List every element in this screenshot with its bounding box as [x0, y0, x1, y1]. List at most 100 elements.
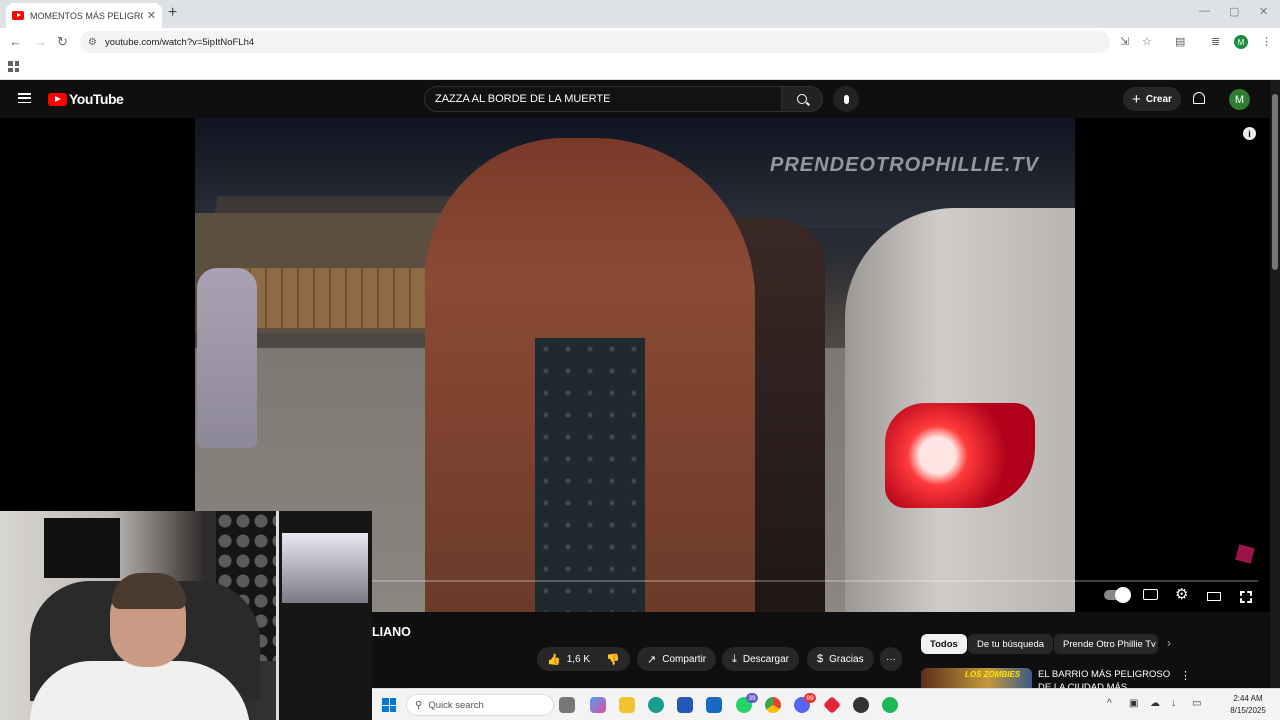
chip-from-search[interactable]: De tu búsqueda	[968, 634, 1054, 654]
video-scene-person	[197, 268, 257, 448]
info-icon[interactable]: i	[1243, 127, 1256, 140]
download-label: Descargar	[742, 653, 790, 665]
task-view-icon[interactable]	[559, 697, 575, 713]
file-explorer-icon[interactable]	[619, 697, 635, 713]
hamburger-menu-icon[interactable]	[18, 93, 31, 103]
extensions-icon[interactable]: ≣	[1211, 35, 1220, 48]
user-avatar[interactable]: M	[1229, 89, 1250, 110]
like-count: 1,6 K	[566, 653, 591, 665]
whatsapp-icon[interactable]: 39	[736, 693, 758, 713]
notifications-bell-icon[interactable]	[1193, 92, 1205, 104]
new-tab-button[interactable]: +	[168, 4, 177, 22]
reload-icon[interactable]: ↻	[57, 34, 68, 50]
progress-bar[interactable]	[372, 580, 1258, 582]
webcam-shelf-light	[282, 533, 368, 603]
tab-close-icon[interactable]: ✕	[147, 9, 156, 22]
obs-icon[interactable]	[853, 697, 869, 713]
plus-icon: +	[1132, 90, 1141, 108]
youtube-play-icon	[48, 92, 67, 106]
microphone-icon	[843, 94, 849, 104]
whatsapp-badge: 39	[746, 693, 758, 703]
edge-icon[interactable]	[648, 697, 664, 713]
taskbar-search-placeholder: Quick search	[428, 699, 484, 711]
chip-channel[interactable]: Prende Otro Phillie Tv	[1054, 634, 1158, 654]
youtube-header: YouTube ZAZZA AL BORDE DE LA MUERTE + Cr…	[0, 80, 1280, 118]
apps-grid-icon[interactable]	[8, 61, 19, 72]
fullscreen-icon[interactable]	[1240, 591, 1252, 603]
discord-icon[interactable]: 99	[794, 693, 816, 713]
search-icon	[797, 94, 807, 104]
store-icon[interactable]	[677, 697, 693, 713]
webcam-monitor	[44, 518, 120, 578]
tray-display-icon[interactable]: ▭	[1192, 698, 1201, 709]
youtube-logo[interactable]: YouTube	[48, 91, 124, 107]
tray-app-icon[interactable]: ▣	[1129, 698, 1138, 709]
copilot-icon[interactable]	[590, 697, 606, 713]
windows-start-icon[interactable]	[382, 698, 396, 712]
recommendation-title[interactable]: EL BARRIO MÁS PELIGROSO DE LA CIUDAD MÁS…	[1038, 668, 1178, 688]
red-app-icon[interactable]	[822, 695, 842, 715]
voice-search-button[interactable]	[833, 86, 859, 112]
install-app-icon[interactable]: ⇲	[1120, 35, 1129, 48]
search-icon: ⚲	[415, 699, 423, 711]
more-actions-button[interactable]: ···	[880, 647, 902, 671]
search-input[interactable]: ZAZZA AL BORDE DE LA MUERTE	[424, 86, 782, 112]
recommendation-thumbnail[interactable]: LOS ZOMBIES	[921, 668, 1032, 688]
webcam-overlay	[0, 511, 372, 720]
browser-toolbar: ← → ↻ ⚙ youtube.com/watch?v=5ipItNoFLh4 …	[0, 28, 1280, 56]
browser-menu-icon[interactable]: ⋮	[1261, 35, 1272, 48]
tray-overflow-icon[interactable]: ^	[1107, 698, 1112, 709]
scrollbar-thumb[interactable]	[1272, 94, 1278, 270]
theater-mode-icon[interactable]	[1207, 592, 1221, 601]
create-label: Crear	[1145, 93, 1172, 105]
tray-cloud-icon[interactable]: ☁	[1150, 698, 1160, 709]
chrome-icon[interactable]	[765, 697, 781, 713]
clock-date: 8/15/2025	[1230, 706, 1266, 715]
chip-all[interactable]: Todos	[921, 634, 967, 654]
thumbs-up-icon: 👍	[547, 653, 561, 666]
download-icon: ⤓	[732, 652, 737, 665]
video-scene-taillight	[885, 403, 1035, 508]
browser-tab-strip: MOMENTOS MÁS PELIGROSOS ✕ + — ▢ ✕	[0, 0, 1280, 28]
browser-profile-avatar[interactable]: M	[1234, 35, 1248, 49]
autoplay-toggle[interactable]	[1104, 587, 1131, 603]
bookmarks-bar	[0, 56, 1280, 80]
bookmark-star-icon[interactable]: ☆	[1142, 35, 1152, 48]
thumbs-down-icon[interactable]: 👎	[606, 653, 620, 666]
maximize-button[interactable]: ▢	[1229, 5, 1239, 18]
recommendation-menu-icon[interactable]: ⋮	[1180, 669, 1191, 682]
clock-time: 2:44 AM	[1233, 694, 1263, 703]
tray-download-icon[interactable]: ↓	[1171, 698, 1176, 709]
settings-gear-icon[interactable]: ⚙	[1175, 585, 1188, 603]
taskbar-clock[interactable]: 2:44 AM 8/15/2025	[1218, 693, 1278, 717]
video-scene-shirt	[535, 338, 645, 612]
browser-tab-active[interactable]: MOMENTOS MÁS PELIGROSOS ✕	[6, 3, 162, 28]
search-button[interactable]	[781, 86, 823, 112]
super-thanks-icon: $	[817, 653, 824, 665]
taskbar-search[interactable]: ⚲ Quick search	[406, 694, 554, 716]
like-button[interactable]: 👍 1,6 K 👎	[537, 647, 630, 671]
address-bar[interactable]: ⚙ youtube.com/watch?v=5ipItNoFLh4	[80, 31, 1110, 53]
spotify-icon[interactable]	[882, 697, 898, 713]
minimize-button[interactable]: —	[1199, 5, 1210, 17]
share-button[interactable]: ↗ Compartir	[637, 647, 717, 671]
chevron-right-icon[interactable]: ›	[1167, 636, 1171, 650]
close-window-button[interactable]: ✕	[1259, 5, 1268, 18]
video-watermark: PRENDEOTROPHILLIE.TV	[770, 154, 1039, 176]
site-info-icon[interactable]: ⚙	[88, 37, 97, 48]
channel-branding-icon[interactable]	[1235, 544, 1255, 564]
outlook-icon[interactable]	[706, 697, 722, 713]
youtube-favicon-icon	[12, 11, 24, 20]
share-label: Compartir	[662, 653, 707, 665]
forward-arrow-icon[interactable]: →	[34, 34, 47, 49]
discord-badge: 99	[804, 693, 816, 703]
page-scrollbar[interactable]	[1270, 80, 1280, 688]
thanks-button[interactable]: $ Gracias	[807, 647, 874, 671]
create-button[interactable]: + Crear	[1123, 87, 1181, 111]
subtitles-icon[interactable]	[1143, 589, 1158, 600]
side-panel-icon[interactable]: ▤	[1175, 35, 1185, 48]
download-button[interactable]: ⤓ Descargar	[722, 647, 800, 671]
search-query-text: ZAZZA AL BORDE DE LA MUERTE	[435, 93, 611, 105]
back-arrow-icon[interactable]: ←	[9, 34, 22, 49]
tab-title: MOMENTOS MÁS PELIGROSOS	[30, 10, 143, 21]
